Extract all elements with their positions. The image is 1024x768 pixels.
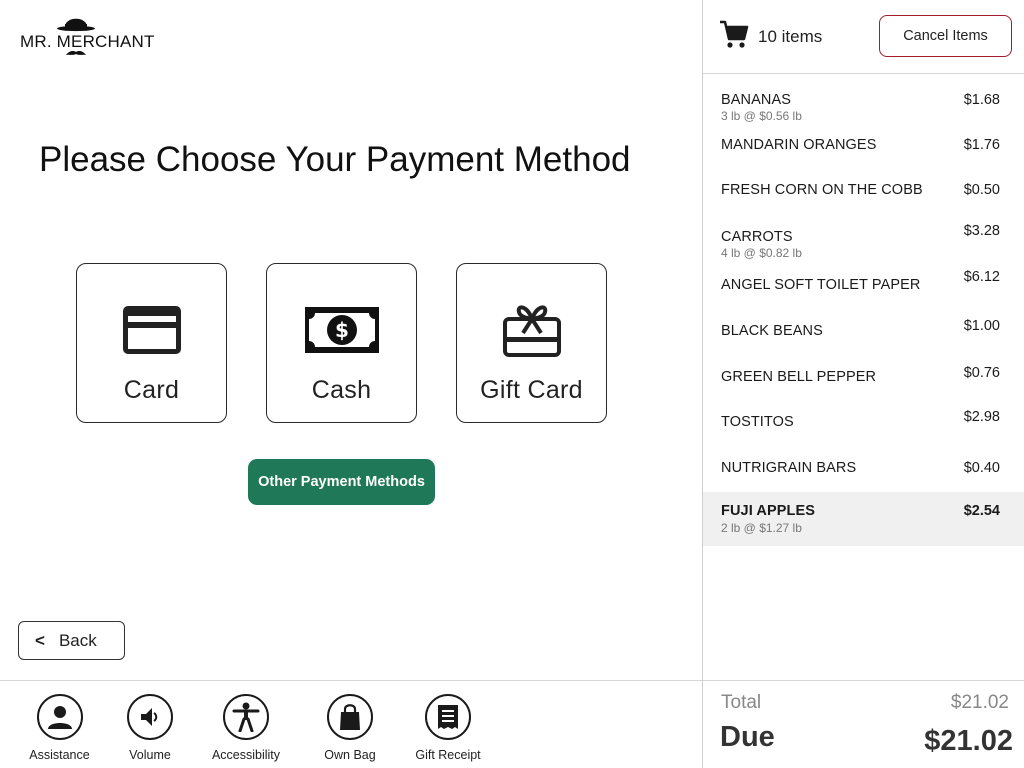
- brand-name: MR. MERCHANT: [20, 32, 155, 51]
- order-totals: Total $21.02 Due $21.02: [703, 680, 1024, 768]
- accessibility-icon: [232, 702, 260, 732]
- item-name: FRESH CORN ON THE COBB: [721, 182, 923, 198]
- back-button[interactable]: < Back: [18, 621, 125, 660]
- brand-logo: MR. MERCHANT: [20, 12, 160, 60]
- item-name: ANGEL SOFT TOILET PAPER: [721, 277, 921, 293]
- person-icon: [47, 706, 72, 729]
- svg-text:$: $: [335, 318, 349, 342]
- item-name: MANDARIN ORANGES: [721, 137, 877, 153]
- item-detail: 4 lb @ $0.82 lb: [721, 246, 802, 260]
- gift-card-icon: [502, 305, 561, 357]
- bowler-hat-icon: [57, 18, 95, 32]
- volume-label: Volume: [129, 748, 171, 762]
- cash-payment-button[interactable]: $ Cash: [266, 263, 417, 423]
- own-bag-button[interactable]: Own Bag: [318, 694, 382, 762]
- item-detail: 2 lb @ $1.27 lb: [721, 521, 802, 535]
- gift-card-payment-button[interactable]: Gift Card: [456, 263, 607, 423]
- item-price: $2.98: [963, 409, 1000, 425]
- cart-icon: [720, 20, 749, 48]
- bottom-toolbar: Assistance Volume Accessibility Own Bag …: [0, 680, 703, 768]
- item-name: BANANAS: [721, 92, 791, 108]
- volume-button[interactable]: Volume: [120, 694, 180, 762]
- item-name: NUTRIGRAIN BARS: [721, 460, 857, 476]
- item-name: CARROTS: [721, 229, 793, 245]
- cancel-items-button[interactable]: Cancel Items: [879, 15, 1012, 57]
- item-name: FUJI APPLES: [721, 503, 816, 519]
- gift-receipt-button[interactable]: Gift Receipt: [408, 694, 488, 762]
- back-label: Back: [58, 630, 97, 650]
- bag-icon: [340, 704, 360, 730]
- gift-card-label: Gift Card: [480, 376, 583, 404]
- accessibility-label: Accessibility: [211, 748, 281, 762]
- own-bag-label: Own Bag: [324, 748, 376, 762]
- item-name: TOSTITOS: [721, 414, 794, 430]
- card-payment-button[interactable]: Card: [76, 263, 227, 423]
- cash-icon: $: [304, 307, 379, 353]
- item-price: $6.12: [963, 269, 1000, 285]
- assistance-label: Assistance: [29, 748, 90, 762]
- item-price: $1.76: [963, 137, 1000, 153]
- gift-receipt-label: Gift Receipt: [415, 748, 481, 762]
- chevron-left-icon: <: [35, 630, 45, 650]
- assistance-button[interactable]: Assistance: [22, 694, 97, 762]
- item-name: GREEN BELL PEPPER: [721, 369, 877, 385]
- list-item[interactable]: FRESH CORN ON THE COBB $0.50: [703, 172, 1024, 226]
- accessibility-button[interactable]: Accessibility: [204, 694, 288, 762]
- payment-pane: MR. MERCHANT Please Choose Your Payment …: [0, 0, 703, 680]
- cash-label: Cash: [311, 376, 372, 404]
- due-label: Due: [720, 721, 775, 753]
- cart-item-count: 10 items: [758, 27, 823, 46]
- cart-header: 10 items Cancel Items: [703, 0, 1024, 74]
- total-label: Total: [721, 692, 762, 713]
- item-name: BLACK BEANS: [721, 323, 823, 339]
- item-price: $3.28: [963, 223, 1000, 239]
- mustache-icon: [66, 51, 86, 55]
- list-item[interactable]: CARROTS 4 lb @ $0.82 lb $3.28: [703, 219, 1024, 273]
- item-price: $0.76: [963, 365, 1000, 381]
- page-title: Please Choose Your Payment Method: [39, 140, 631, 179]
- card-label: Card: [123, 376, 180, 404]
- item-detail: 3 lb @ $0.56 lb: [721, 109, 802, 123]
- credit-card-icon: [122, 306, 181, 354]
- cart-pane: 10 items Cancel Items BANANAS 3 lb @ $0.…: [702, 0, 1024, 768]
- item-price: $1.68: [963, 92, 1000, 108]
- item-price: $1.00: [963, 318, 1000, 334]
- speaker-icon: [141, 708, 158, 726]
- total-value: $21.02: [950, 692, 1009, 713]
- item-price: $0.50: [963, 182, 1000, 198]
- item-price: $0.40: [963, 460, 1000, 476]
- list-item-selected[interactable]: FUJI APPLES 2 lb @ $1.27 lb $2.54: [703, 492, 1024, 546]
- item-price: $2.54: [963, 503, 1000, 519]
- receipt-icon: [438, 705, 458, 729]
- other-payment-methods-button[interactable]: Other Payment Methods: [248, 459, 435, 505]
- due-value: $21.02: [924, 725, 1013, 757]
